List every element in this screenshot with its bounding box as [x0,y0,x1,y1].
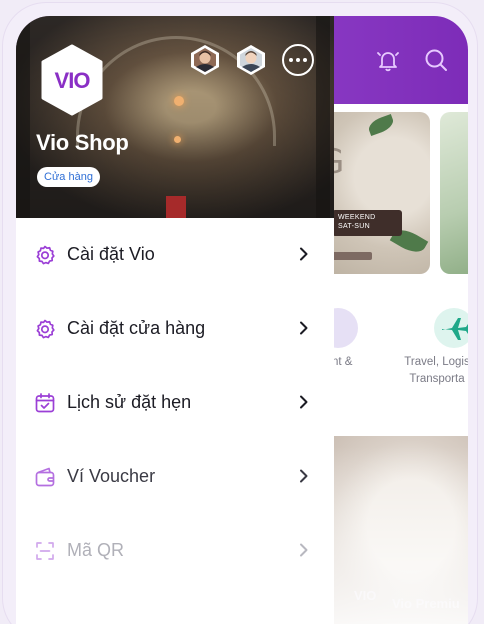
dot [303,58,307,62]
chevron-right-icon [300,321,308,335]
chevron-right-icon [300,469,308,483]
menu-item-label: Cài đặt cửa hàng [67,318,206,338]
logo-text: VIO [54,68,91,93]
search-icon[interactable] [422,46,450,74]
menu-item-shop-settings[interactable]: Cài đặt cửa hàng [16,292,334,366]
promo-brand: Vio Premiu [392,596,460,611]
cover-photo-carpet [166,196,186,218]
shop-type-badge: Cửa hàng [37,167,100,187]
menu-item-label: Ví Voucher [67,466,156,486]
dot [296,58,300,62]
category-label: Travel, Logis Transporta [404,356,468,385]
menu-item-vio-settings[interactable]: Cài đặt Vio [16,218,334,292]
promo-mark: VIO [354,588,377,603]
banner-tag: WEEKEND SAT-SUN [332,210,402,236]
airplane-icon [442,318,468,340]
cover-photo-lamp [174,136,181,143]
wallet-icon [35,467,55,487]
gear-icon [36,319,55,339]
avatar[interactable] [190,44,220,76]
dot [289,58,293,62]
device-frame: G WEEKENDSAT-SUN ment & s Travel, Logis … [2,2,478,624]
screen: G WEEKENDSAT-SUN ment & s Travel, Logis … [16,16,468,624]
qr-scan-icon [36,542,54,560]
drawer-header: VIO Vio Shop Cửa hàng [16,16,334,218]
user-avatar-icon [191,45,219,75]
shop-logo[interactable]: VIO [40,44,104,116]
chevron-right-icon [300,395,308,409]
side-drawer: VIO Vio Shop Cửa hàng Cài đặt Vio Cài đặ… [16,16,334,624]
avatar[interactable] [236,44,266,76]
menu-item-voucher-wallet[interactable]: Ví Voucher [16,440,334,514]
chevron-right-icon [300,543,308,557]
menu-item-label: Lịch sử đặt hẹn [67,392,192,412]
cover-photo-column [16,16,30,218]
gear-icon [36,245,55,265]
menu-item-label: Mã QR [67,540,125,560]
menu-item-label: Cài đặt Vio [67,244,155,264]
calendar-check-icon [35,393,55,413]
cover-photo-column [316,16,330,218]
banner-tag-line [332,252,372,260]
user-avatar-icon [237,45,265,75]
menu-item-booking-history[interactable]: Lịch sử đặt hẹn [16,366,334,440]
chevron-right-icon [300,247,308,261]
more-options-button[interactable] [282,44,314,76]
category-icon-travel[interactable] [434,308,468,348]
shop-name: Vio Shop [36,130,129,155]
cover-photo-lamp [174,96,184,106]
promo-banner-next[interactable] [440,112,468,274]
leaf-decoration [366,113,396,137]
bell-icon[interactable] [374,46,402,74]
menu-item-qr-code[interactable]: Mã QR [16,514,334,588]
